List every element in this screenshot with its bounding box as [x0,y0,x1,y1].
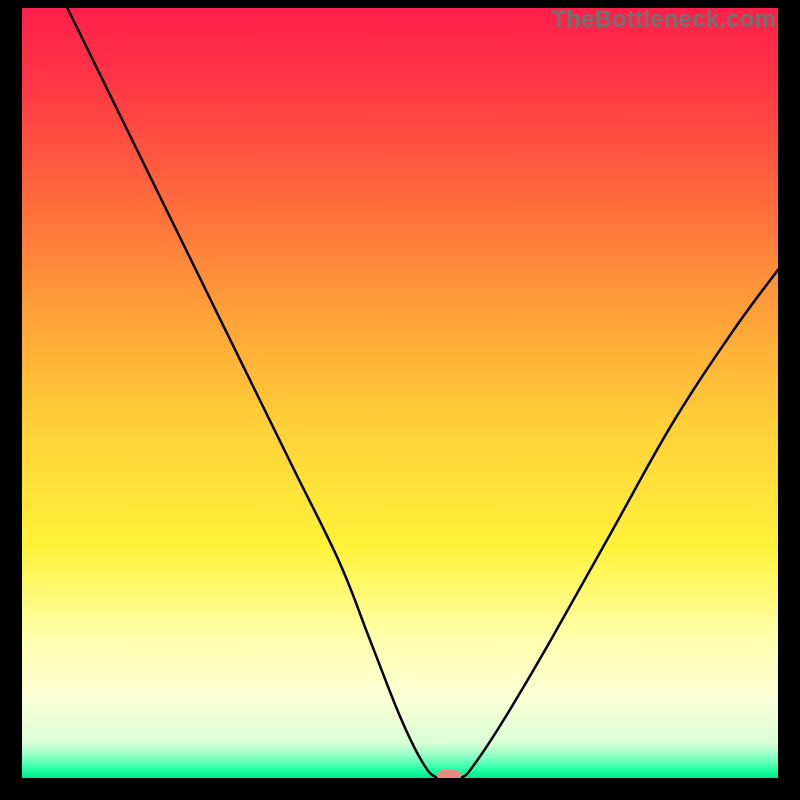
optimal-marker [437,770,461,778]
bottleneck-chart [22,8,778,778]
chart-frame [22,8,778,778]
gradient-background [22,8,778,778]
watermark-text: TheBottleneck.com [551,6,776,34]
